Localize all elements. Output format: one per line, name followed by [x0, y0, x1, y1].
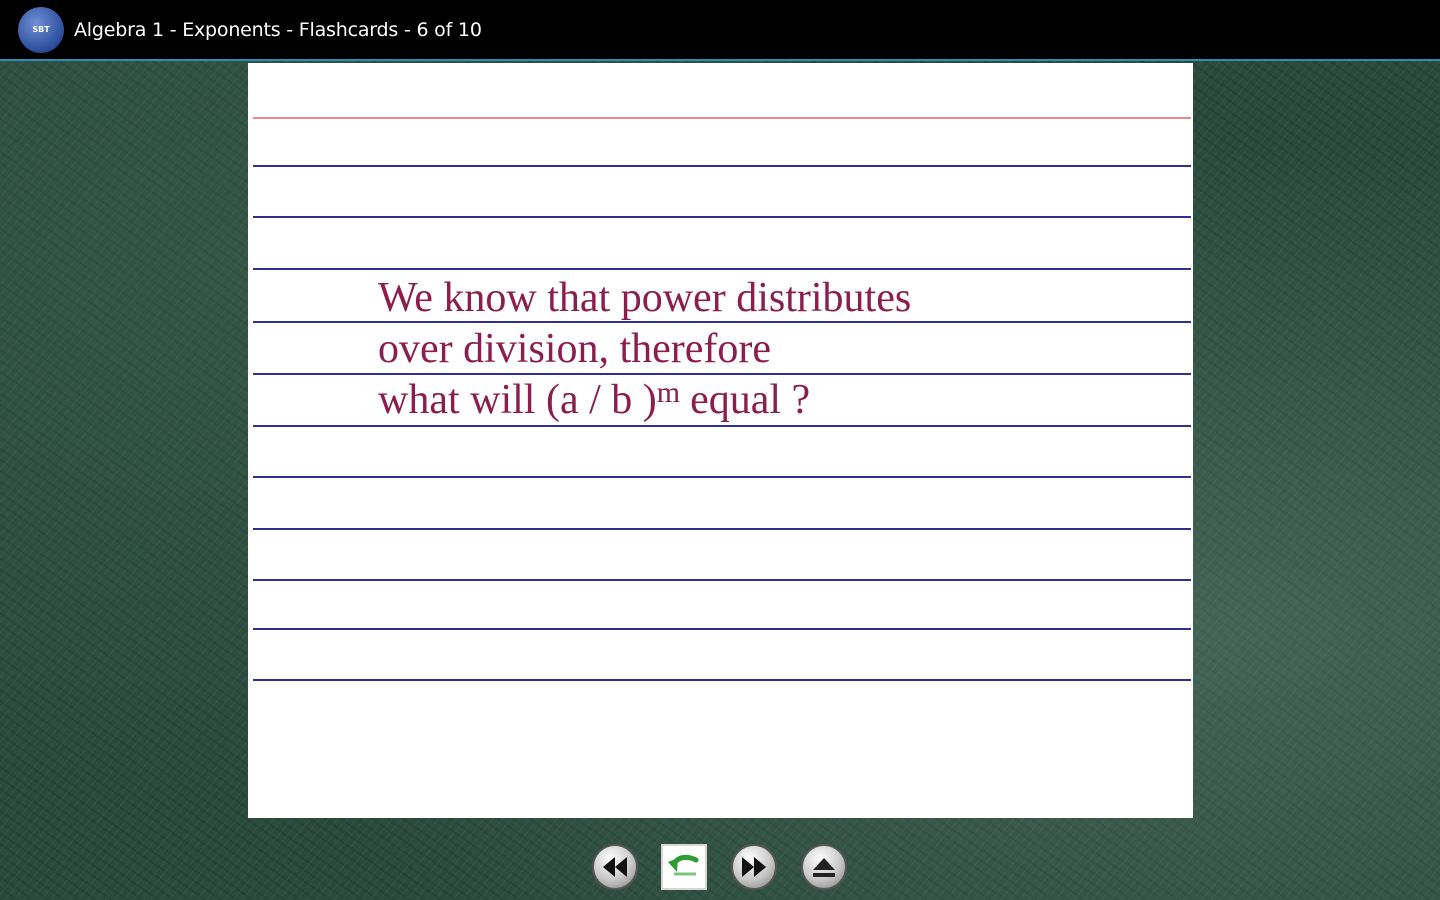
navigation-controls — [0, 840, 1440, 892]
ruled-line — [253, 528, 1191, 530]
ruled-line — [253, 476, 1191, 478]
question-line-1: We know that power distributes — [378, 275, 912, 321]
ruled-line — [253, 268, 1191, 270]
flip-card-button[interactable] — [661, 844, 707, 890]
previous-card-button[interactable] — [592, 844, 638, 890]
ruled-line — [253, 165, 1191, 167]
next-card-button[interactable] — [731, 844, 777, 890]
ruled-line — [253, 628, 1191, 630]
margin-line — [253, 117, 1191, 119]
question-line-3-end: equal ? — [690, 377, 811, 423]
ruled-line — [253, 216, 1191, 218]
exponent-m: m — [656, 376, 681, 409]
flashcard[interactable]: We know that power distributes over divi… — [248, 63, 1193, 818]
question-line-3-start: what will (a / b ) — [378, 377, 657, 423]
title-bar: SBT Algebra 1 - Exponents - Flashcards -… — [0, 0, 1440, 61]
eject-icon — [813, 858, 835, 877]
question-line-3: what will (a / b )m equal ? — [378, 375, 911, 426]
fast-forward-icon — [742, 857, 766, 877]
window-title: Algebra 1 - Exponents - Flashcards - 6 o… — [74, 18, 482, 41]
rewind-icon — [603, 857, 627, 877]
app-logo-text: SBT — [32, 25, 50, 34]
flip-card-icon — [668, 854, 699, 876]
app-logo-icon[interactable]: SBT — [18, 6, 64, 53]
eject-button[interactable] — [801, 844, 847, 890]
flashcard-question: We know that power distributes over divi… — [378, 273, 911, 426]
ruled-line — [253, 679, 1191, 681]
ruled-line — [253, 579, 1191, 581]
question-line-2: over division, therefore — [378, 326, 772, 372]
